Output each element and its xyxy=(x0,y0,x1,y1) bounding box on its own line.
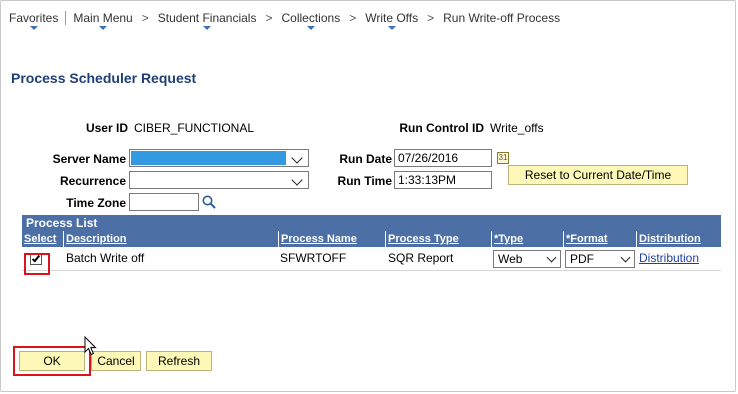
column-header-process-name[interactable]: Process Name xyxy=(278,231,385,247)
refresh-button[interactable]: Refresh xyxy=(146,351,212,371)
chevron-down-icon xyxy=(99,26,108,30)
process-list-grid: Process List Select Description Process … xyxy=(22,215,721,271)
ok-button-highlight xyxy=(13,346,91,376)
chevron-down-icon xyxy=(546,253,556,263)
column-header-distribution[interactable]: Distribution xyxy=(636,231,721,247)
run-time-input[interactable]: 1:33:13PM xyxy=(394,171,492,189)
chevron-right-icon: > xyxy=(349,11,357,25)
run-date-input[interactable]: 07/26/2016 xyxy=(394,149,492,167)
distribution-link[interactable]: Distribution xyxy=(639,251,699,265)
recurrence-select[interactable] xyxy=(129,171,309,189)
process-list-title: Process List xyxy=(22,215,721,231)
chevron-down-icon xyxy=(203,26,212,30)
reset-to-current-date-time-button[interactable]: Reset to Current Date/Time xyxy=(508,165,688,185)
page-title: Process Scheduler Request xyxy=(11,70,197,86)
breadcrumb-main-menu[interactable]: Main Menu xyxy=(73,11,133,33)
column-header-format[interactable]: *Format xyxy=(563,231,636,247)
breadcrumb: Favorites Main Menu > Student Financials… xyxy=(9,11,560,33)
type-value: Web xyxy=(498,252,523,266)
breadcrumb-label: Run Write-off Process xyxy=(443,11,561,25)
chevron-down-icon xyxy=(29,26,38,30)
format-select[interactable]: PDF xyxy=(565,250,635,268)
column-header-process-type[interactable]: Process Type xyxy=(385,231,491,247)
chevron-down-icon xyxy=(620,253,630,263)
calendar-icon[interactable]: 31 xyxy=(497,152,509,164)
chevron-right-icon: > xyxy=(427,11,435,25)
chevron-down-icon xyxy=(290,151,306,165)
breadcrumb-label: Favorites xyxy=(9,11,59,25)
mouse-pointer-icon xyxy=(84,335,98,356)
breadcrumb-label: Collections xyxy=(281,11,341,25)
breadcrumb-label: Write Offs xyxy=(365,11,419,25)
cancel-button[interactable]: Cancel xyxy=(91,351,141,371)
breadcrumb-collections[interactable]: Collections xyxy=(281,11,341,33)
chevron-right-icon: > xyxy=(141,11,149,25)
recurrence-label: Recurrence xyxy=(59,174,126,188)
column-header-select[interactable]: Select xyxy=(22,231,63,247)
format-value: PDF xyxy=(570,252,594,266)
time-zone-label: Time Zone xyxy=(66,196,126,210)
breadcrumb-label: Student Financials xyxy=(157,11,257,25)
run-time-label: Run Time xyxy=(337,174,392,188)
chevron-down-icon xyxy=(306,26,315,30)
selection-highlight xyxy=(131,151,286,165)
run-date-label: Run Date xyxy=(339,152,392,166)
process-name-cell: SFWRTOFF xyxy=(280,251,347,265)
breadcrumb-run-write-off-process: Run Write-off Process xyxy=(443,11,560,33)
breadcrumb-write-offs[interactable]: Write Offs xyxy=(365,11,418,33)
run-control-id-value: Write_offs xyxy=(490,121,544,135)
process-type-cell: SQR Report xyxy=(388,251,454,265)
breadcrumb-label: Main Menu xyxy=(73,11,133,25)
server-name-label: Server Name xyxy=(52,152,126,166)
breadcrumb-student-financials[interactable]: Student Financials xyxy=(157,11,257,33)
chevron-right-icon: > xyxy=(265,11,273,25)
chevron-down-icon xyxy=(290,173,306,187)
user-id-label: User ID xyxy=(85,121,128,135)
time-zone-input[interactable] xyxy=(129,193,199,211)
breadcrumb-favorites[interactable]: Favorites xyxy=(9,11,58,33)
separator xyxy=(65,11,67,25)
type-select[interactable]: Web xyxy=(493,250,561,268)
column-header-type[interactable]: *Type xyxy=(491,231,563,247)
run-control-id-label: Run Control ID xyxy=(399,121,484,135)
server-name-select[interactable] xyxy=(129,149,309,167)
column-header-description[interactable]: Description xyxy=(63,231,278,247)
search-icon[interactable] xyxy=(201,194,217,210)
chevron-down-icon xyxy=(387,26,396,30)
checkbox-highlight xyxy=(24,253,50,275)
description-cell: Batch Write off xyxy=(66,251,145,265)
user-id-value: CIBER_FUNCTIONAL xyxy=(134,121,255,135)
grid-header-row: Select Description Process Name Process … xyxy=(22,231,721,247)
table-row: Batch Write off SFWRTOFF SQR Report Web … xyxy=(22,247,721,271)
